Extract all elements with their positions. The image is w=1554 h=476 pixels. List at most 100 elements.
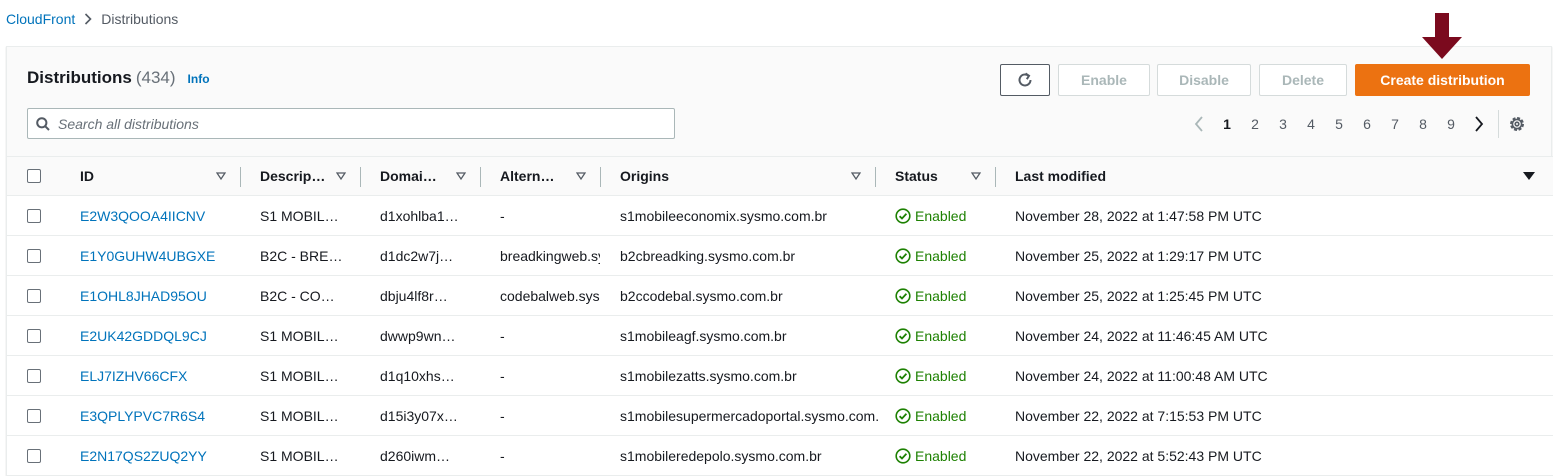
page-7[interactable]: 7 xyxy=(1381,116,1409,132)
table-row[interactable]: E1OHL8JHAD95OU B2C - CO… dbju4lf8r… code… xyxy=(7,276,1553,316)
status-text: Enabled xyxy=(915,447,967,464)
last-modified-cell: November 25, 2022 at 1:29:17 PM UTC xyxy=(1015,247,1262,264)
description-cell: S1 MOBIL… xyxy=(260,407,339,424)
distribution-id-link[interactable]: E1OHL8JHAD95OU xyxy=(80,276,240,315)
breadcrumb-cloudfront-link[interactable]: CloudFront xyxy=(6,11,75,27)
distribution-id-link[interactable]: E3QPLYPVC7R6S4 xyxy=(80,396,240,435)
panel-header: Distributions (434) Info xyxy=(27,68,210,88)
distribution-id-link[interactable]: E2UK42GDDQL9CJ xyxy=(80,316,240,355)
distribution-id-link[interactable]: E1Y0GUHW4UBGXE xyxy=(80,236,240,275)
column-divider[interactable] xyxy=(240,167,241,187)
gear-icon[interactable] xyxy=(1506,113,1528,135)
description-cell: S1 MOBIL… xyxy=(260,327,339,344)
table-row[interactable]: ELJ7IZHV66CFX S1 MOBIL… d1q10xhs… - s1mo… xyxy=(7,356,1553,396)
status-badge: Enabled xyxy=(895,316,966,355)
create-distribution-button[interactable]: Create distribution xyxy=(1355,64,1530,96)
caret-down-icon[interactable] xyxy=(216,171,226,181)
row-select-cell xyxy=(27,316,41,355)
next-page-icon[interactable] xyxy=(1465,113,1493,135)
last-modified-cell: November 25, 2022 at 1:25:45 PM UTC xyxy=(1015,287,1262,304)
column-divider[interactable] xyxy=(480,167,481,187)
page-title: Distributions xyxy=(27,68,132,87)
row-checkbox[interactable] xyxy=(27,408,41,423)
table-header: ID Descrip… Domai… Altern… Origins Statu… xyxy=(7,156,1553,196)
distribution-id-link[interactable]: ELJ7IZHV66CFX xyxy=(80,356,240,395)
alternate-domain-cell: - xyxy=(500,367,505,384)
column-divider[interactable] xyxy=(360,167,361,187)
annotation-arrow-icon xyxy=(1422,13,1462,59)
status-text: Enabled xyxy=(915,407,967,424)
column-header-id[interactable]: ID xyxy=(80,157,94,195)
status-badge: Enabled xyxy=(895,356,966,395)
domain-cell: d15i3y07x… xyxy=(380,407,458,424)
table-row[interactable]: E3QPLYPVC7R6S4 S1 MOBIL… d15i3y07x… - s1… xyxy=(7,396,1553,436)
origins-cell: b2cbreadking.sysmo.com.br xyxy=(620,247,796,264)
column-header-alternate[interactable]: Altern… xyxy=(500,157,554,195)
distribution-id-link[interactable]: E2W3QOOA4IICNV xyxy=(80,196,240,235)
row-checkbox[interactable] xyxy=(27,288,41,303)
table-row[interactable]: E2W3QOOA4IICNV S1 MOBIL… d1xohlba1… - s1… xyxy=(7,196,1553,236)
status-badge: Enabled xyxy=(895,236,966,275)
alternate-domain-cell: - xyxy=(500,447,505,464)
column-divider[interactable] xyxy=(995,167,996,187)
alternate-domain-cell: breadkingweb.sy xyxy=(500,247,600,264)
select-all-checkbox[interactable] xyxy=(27,169,41,183)
row-checkbox[interactable] xyxy=(27,368,41,383)
row-select-cell xyxy=(27,436,41,475)
table-body: E2W3QOOA4IICNV S1 MOBIL… d1xohlba1… - s1… xyxy=(7,196,1553,476)
status-text: Enabled xyxy=(915,207,967,224)
caret-down-icon[interactable] xyxy=(456,171,466,181)
column-header-description[interactable]: Descrip… xyxy=(260,157,325,195)
distributions-table: ID Descrip… Domai… Altern… Origins Statu… xyxy=(7,156,1553,476)
status-text: Enabled xyxy=(915,327,967,344)
column-header-status[interactable]: Status xyxy=(895,157,938,195)
column-divider[interactable] xyxy=(875,167,876,187)
page-4[interactable]: 4 xyxy=(1297,116,1325,132)
page-6[interactable]: 6 xyxy=(1353,116,1381,132)
prev-page-icon[interactable] xyxy=(1185,113,1213,135)
row-select-cell xyxy=(27,356,41,395)
caret-down-icon[interactable] xyxy=(336,171,346,181)
info-link[interactable]: Info xyxy=(188,72,210,86)
last-modified-cell: November 28, 2022 at 1:47:58 PM UTC xyxy=(1015,207,1262,224)
column-divider[interactable] xyxy=(600,167,601,187)
status-badge: Enabled xyxy=(895,196,966,235)
row-checkbox[interactable] xyxy=(27,448,41,463)
column-header-last-modified[interactable]: Last modified xyxy=(1015,157,1106,195)
last-modified-cell: November 24, 2022 at 11:46:45 AM UTC xyxy=(1015,327,1268,344)
enable-button[interactable]: Enable xyxy=(1058,64,1150,96)
table-row[interactable]: E1Y0GUHW4UBGXE B2C - BRE… d1dc2w7j… brea… xyxy=(7,236,1553,276)
table-row[interactable]: E2N17QS2ZUQ2YY S1 MOBIL… d260iwm… - s1mo… xyxy=(7,436,1553,476)
breadcrumb-current: Distributions xyxy=(101,11,179,27)
pagination: 1 2 3 4 5 6 7 8 9 xyxy=(1185,113,1493,135)
distribution-id-link[interactable]: E2N17QS2ZUQ2YY xyxy=(80,436,240,475)
status-text: Enabled xyxy=(915,247,967,264)
table-row[interactable]: E2UK42GDDQL9CJ S1 MOBIL… dwwp9wn… - s1mo… xyxy=(7,316,1553,356)
origins-cell: s1mobileagf.sysmo.com.br xyxy=(620,327,787,344)
caret-down-icon[interactable] xyxy=(851,171,861,181)
page-9[interactable]: 9 xyxy=(1437,116,1465,132)
page-5[interactable]: 5 xyxy=(1325,116,1353,132)
delete-button[interactable]: Delete xyxy=(1259,64,1347,96)
disable-button[interactable]: Disable xyxy=(1157,64,1251,96)
description-cell: S1 MOBIL… xyxy=(260,447,339,464)
caret-down-icon[interactable] xyxy=(576,171,586,181)
column-header-domain[interactable]: Domai… xyxy=(380,157,437,195)
page-8[interactable]: 8 xyxy=(1409,116,1437,132)
row-checkbox[interactable] xyxy=(27,248,41,263)
sort-descending-icon[interactable] xyxy=(1523,171,1535,181)
row-checkbox[interactable] xyxy=(27,208,41,223)
page-1[interactable]: 1 xyxy=(1213,116,1241,132)
column-header-origins[interactable]: Origins xyxy=(620,157,669,195)
last-modified-cell: November 24, 2022 at 11:00:48 AM UTC xyxy=(1015,367,1268,384)
refresh-button[interactable] xyxy=(1000,64,1050,96)
distribution-count: (434) xyxy=(135,68,176,87)
caret-down-icon[interactable] xyxy=(971,171,981,181)
page-2[interactable]: 2 xyxy=(1241,116,1269,132)
status-badge: Enabled xyxy=(895,436,966,475)
status-text: Enabled xyxy=(915,367,967,384)
select-all-cell xyxy=(27,157,41,195)
page-3[interactable]: 3 xyxy=(1269,116,1297,132)
row-checkbox[interactable] xyxy=(27,328,41,343)
search-input[interactable] xyxy=(58,109,674,138)
